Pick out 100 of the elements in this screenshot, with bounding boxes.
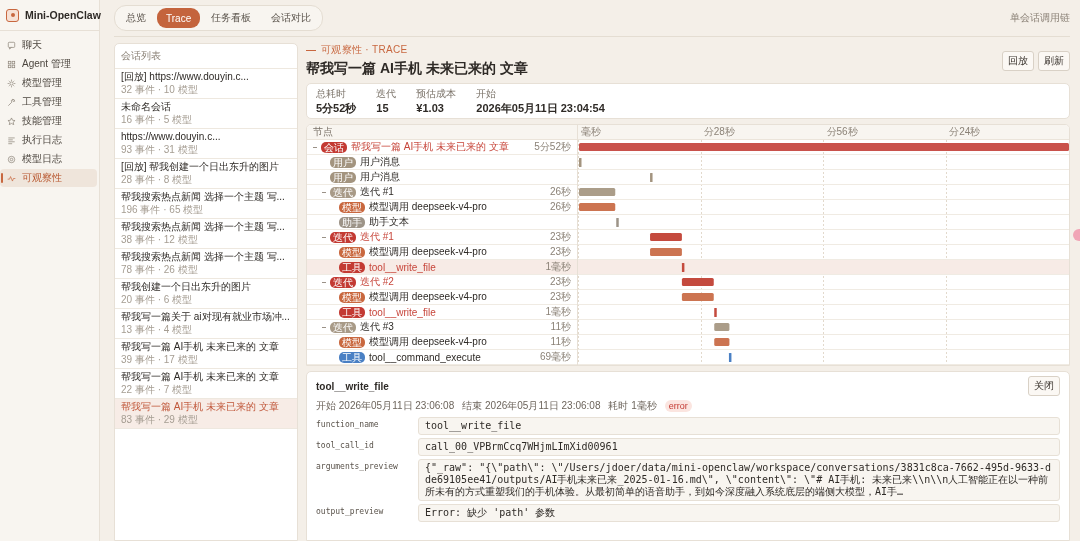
node-label: 助手文本 <box>369 215 410 229</box>
star-icon <box>7 116 16 126</box>
timeline-bar[interactable] <box>650 173 653 182</box>
sidebar-item[interactable]: 工具管理 <box>0 93 97 111</box>
conversation-item[interactable]: 帮我写一篇关于 ai对现有就业市场冲... 13 事件 · 4 模型 <box>115 309 297 339</box>
trace-row[interactable]: 工具 tool__command_execute 69毫秒 <box>307 350 577 365</box>
timeline-bar[interactable] <box>681 293 714 301</box>
sidebar-item[interactable]: 模型管理 <box>0 74 97 92</box>
conversation-meta: 32 事件 · 10 模型 <box>121 84 199 96</box>
conversation-title: https://www.douyin.c... <box>121 131 222 143</box>
type-badge: 工具 <box>339 261 365 273</box>
conversation-title: 未命名会话 <box>121 101 172 113</box>
conversation-item[interactable]: 帮我搜索热点新闻 选择一个主题 写... 38 事件 · 12 模型 <box>115 219 297 249</box>
conversation-title: 帮我搜索热点新闻 选择一个主题 写... <box>121 221 286 233</box>
sidebar-item[interactable]: 执行日志 <box>0 131 97 149</box>
type-badge: 迭代 <box>330 186 356 198</box>
conversation-meta: 22 事件 · 7 模型 <box>121 384 194 396</box>
type-badge: 助手 <box>339 216 365 228</box>
conversation-title: [回放] 帮我创建一个日出东升的图片 <box>121 161 281 173</box>
field-value: {"_raw": "{\"path\": \"/Users/jdoer/data/mini-openclaw/workspace/conversations/3831c8ca-7662-495d-9633-dde69105ee41/outputs/AI手机未来已来_2025-01-16.md\", \"content\": \"# AI手机: 未来已来\\n\\n人工智能正在以一种前所未有的方式重塑我们的手机体验。从最初简单的语音助手，到如今深度融入系统底层的端侧大模型，AI手… <box>418 459 1060 501</box>
conversation-item[interactable]: 帮我搜索热点新闻 选择一个主题 写... 196 事件 · 65 模型 <box>115 189 297 219</box>
conversation-item[interactable]: 帮我搜索热点新闻 选择一个主题 写... 78 事件 · 26 模型 <box>115 249 297 279</box>
trace-row[interactable]: 用户 用户消息 <box>307 170 577 185</box>
timeline-bar[interactable] <box>579 158 582 167</box>
node-label: 迭代 #2 <box>360 275 395 289</box>
timeline-bar[interactable] <box>681 263 685 272</box>
type-badge: 迭代 <box>330 321 356 333</box>
stat-value: 5分52秒 <box>316 101 357 115</box>
node-label: 帮我写一篇 AI手机 未来已来的 文章 <box>351 140 510 154</box>
tab[interactable]: Trace <box>157 8 201 28</box>
conversation-item[interactable]: 帮我写一篇 AI手机 未来已来的 文章 39 事件 · 17 模型 <box>115 339 297 369</box>
sidebar-item[interactable]: 模型日志 <box>0 150 97 168</box>
tab[interactable]: 任务看板 <box>202 8 261 28</box>
sidebar-item[interactable]: 技能管理 <box>0 112 97 130</box>
conversation-item[interactable]: 帮我创建一个日出东升的图片 20 事件 · 6 模型 <box>115 279 297 309</box>
close-button[interactable]: 关闭 <box>1028 376 1060 396</box>
trace-row[interactable]: 迭代 迭代 #2 23秒 <box>307 275 577 290</box>
type-badge: 用户 <box>330 171 356 183</box>
pulse-icon <box>7 173 16 183</box>
node-label: 用户消息 <box>360 170 401 184</box>
trace-row[interactable]: 会话 帮我写一篇 AI手机 未来已来的 文章 5分52秒 <box>307 140 577 155</box>
timeline-bar[interactable] <box>714 323 730 331</box>
trace-row[interactable]: 工具 tool__write_file 1毫秒 <box>307 260 577 275</box>
conversation-meta: 39 事件 · 17 模型 <box>121 354 199 366</box>
trace-row[interactable]: 模型 模型调用 deepseek-v4-pro 26秒 <box>307 200 577 215</box>
conversation-item[interactable]: [回放] 帮我创建一个日出东升的图片 28 事件 · 8 模型 <box>115 159 297 189</box>
duration-text: 23秒 <box>549 290 571 304</box>
conversation-title: [回放] https://www.douyin.c... <box>121 71 250 83</box>
field-label: output_preview <box>316 506 385 518</box>
logo-icon <box>6 8 19 22</box>
timeline-bar[interactable] <box>728 353 732 362</box>
trace-row[interactable]: 模型 模型调用 deepseek-v4-pro 23秒 <box>307 290 577 305</box>
timeline-bar[interactable] <box>579 188 616 196</box>
type-badge: 迭代 <box>330 276 356 288</box>
trace-row[interactable]: 用户 用户消息 <box>307 155 577 170</box>
conversation-title: 帮我写一篇 AI手机 未来已来的 文章 <box>121 341 280 353</box>
stat-value: 2026年05月11日 23:04:54 <box>476 101 605 115</box>
status-badge: error <box>664 400 692 412</box>
type-badge: 模型 <box>339 201 365 213</box>
sidebar-item[interactable]: Agent 管理 <box>0 55 97 73</box>
gear-icon <box>7 154 16 164</box>
type-badge: 工具 <box>339 306 365 318</box>
chat-icon <box>7 40 16 50</box>
sidebar-item[interactable]: 可观察性 <box>0 169 97 187</box>
page-title: 帮我写一篇 AI手机 未来已来的 文章 <box>306 60 528 78</box>
timeline-bar[interactable] <box>714 338 730 346</box>
conversation-title: 帮我写一篇关于 ai对现有就业市场冲... <box>121 311 291 323</box>
trace-row[interactable]: 模型 模型调用 deepseek-v4-pro 11秒 <box>307 335 577 350</box>
panel-title: 会话列表 <box>115 44 297 69</box>
tick-label: 分28秒 <box>703 126 735 138</box>
trace-row[interactable]: 迭代 迭代 #1 23秒 <box>307 230 577 245</box>
conversation-title: 帮我写一篇 AI手机 未来已来的 文章 <box>121 401 280 413</box>
trace-row[interactable]: 迭代 迭代 #3 11秒 <box>307 320 577 335</box>
tab[interactable]: 会话对比 <box>262 8 321 28</box>
type-badge: 用户 <box>330 156 356 168</box>
timeline-bar[interactable] <box>579 203 616 211</box>
stat-label: 总耗时 <box>316 88 347 100</box>
header-button[interactable]: 回放 <box>1002 51 1034 71</box>
trace-row[interactable]: 迭代 迭代 #1 26秒 <box>307 185 577 200</box>
conversation-item[interactable]: https://www.douyin.c... 93 事件 · 31 模型 <box>115 129 297 159</box>
duration-text: 11秒 <box>550 335 571 349</box>
sidebar-item[interactable]: 聊天 <box>0 36 97 54</box>
conversation-item[interactable]: [回放] https://www.douyin.c... 32 事件 · 10 模型 <box>115 69 297 99</box>
conversation-meta: 196 事件 · 65 模型 <box>121 204 205 216</box>
node-label: 模型调用 deepseek-v4-pro <box>369 335 488 349</box>
header-button[interactable]: 刷新 <box>1038 51 1070 71</box>
detail-title: tool__write_file <box>316 380 389 392</box>
trace-row[interactable]: 助手 助手文本 <box>307 215 577 230</box>
trace-row[interactable]: 工具 tool__write_file 1毫秒 <box>307 305 577 320</box>
conversation-meta: 83 事件 · 29 模型 <box>121 414 199 426</box>
duration-text: 69毫秒 <box>539 350 571 364</box>
conversation-item[interactable]: 帮我写一篇 AI手机 未来已来的 文章 83 事件 · 29 模型 <box>115 399 297 429</box>
tab[interactable]: 总览 <box>117 8 155 28</box>
conversation-item[interactable]: 未命名会话 16 事件 · 5 模型 <box>115 99 297 129</box>
conversation-meta: 93 事件 · 31 模型 <box>121 144 199 156</box>
node-label: 模型调用 deepseek-v4-pro <box>369 200 488 214</box>
stat-label: 迭代 <box>376 88 397 100</box>
tick-label: 分24秒 <box>949 126 981 138</box>
timeline-bar[interactable] <box>681 278 714 286</box>
tick-label: 分56秒 <box>826 126 858 138</box>
